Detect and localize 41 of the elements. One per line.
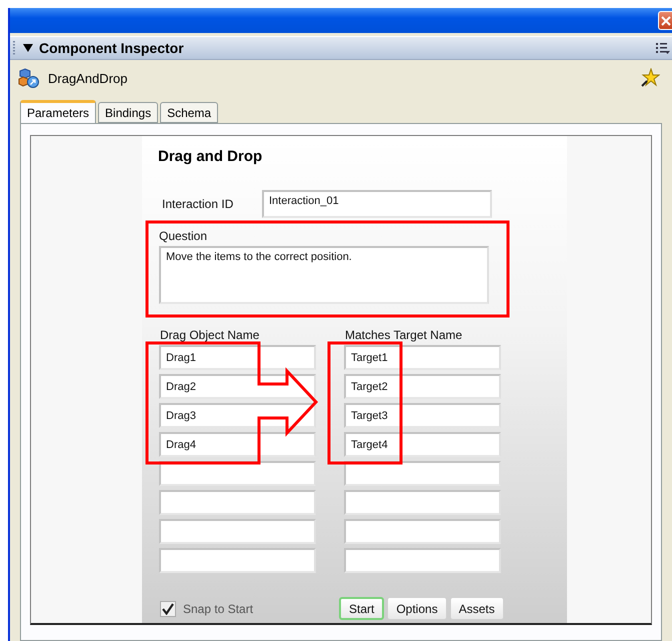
checkbox-label: Snap to Start [183, 602, 254, 616]
field-label: Question [158, 229, 208, 243]
input-field[interactable]: Target3 [344, 403, 501, 428]
input-field[interactable] [344, 461, 501, 486]
text-area[interactable]: Move the items to the correct position. [159, 246, 489, 304]
tab[interactable]: Parameters [20, 100, 96, 123]
column-heading: Drag Object Name [160, 328, 260, 342]
checkbox[interactable] [160, 600, 176, 616]
check-icon [162, 602, 174, 614]
collapse-triangle-icon[interactable] [23, 43, 33, 53]
panel-title: Component Inspector [39, 40, 185, 56]
column-heading: Matches Target Name [345, 328, 464, 342]
field-label: Interaction ID [161, 197, 234, 211]
input-field[interactable] [159, 519, 316, 544]
input-field[interactable] [159, 548, 316, 573]
input-field[interactable] [344, 519, 501, 544]
menu-icon[interactable] [656, 42, 670, 54]
input-field[interactable] [159, 461, 316, 486]
input-field[interactable] [344, 490, 501, 515]
tab-button[interactable]: Start [339, 597, 384, 620]
input-field[interactable] [159, 490, 316, 515]
close-icon [661, 16, 671, 26]
tab-button[interactable]: Assets [450, 597, 504, 620]
star-icon[interactable] [640, 68, 660, 88]
input-field[interactable]: Target1 [344, 345, 501, 370]
form-title: Drag and Drop [158, 148, 264, 167]
grip-icon[interactable] [13, 41, 17, 55]
component-icon [18, 67, 40, 89]
input-field[interactable]: Drag2 [159, 374, 316, 399]
close-button[interactable] [658, 11, 672, 30]
input-field[interactable]: Drag3 [159, 403, 316, 428]
tab-button[interactable]: Options [387, 597, 447, 620]
tab[interactable]: Bindings [98, 102, 158, 123]
input-field[interactable] [344, 548, 501, 573]
input-field[interactable]: Interaction_01 [262, 190, 492, 218]
tab[interactable]: Schema [160, 102, 218, 123]
input-field[interactable]: Drag4 [159, 432, 316, 457]
input-field[interactable]: Drag1 [159, 345, 316, 370]
component-name: DragAndDrop [48, 70, 128, 86]
input-field[interactable]: Target4 [344, 432, 501, 457]
input-field[interactable]: Target2 [344, 374, 501, 399]
